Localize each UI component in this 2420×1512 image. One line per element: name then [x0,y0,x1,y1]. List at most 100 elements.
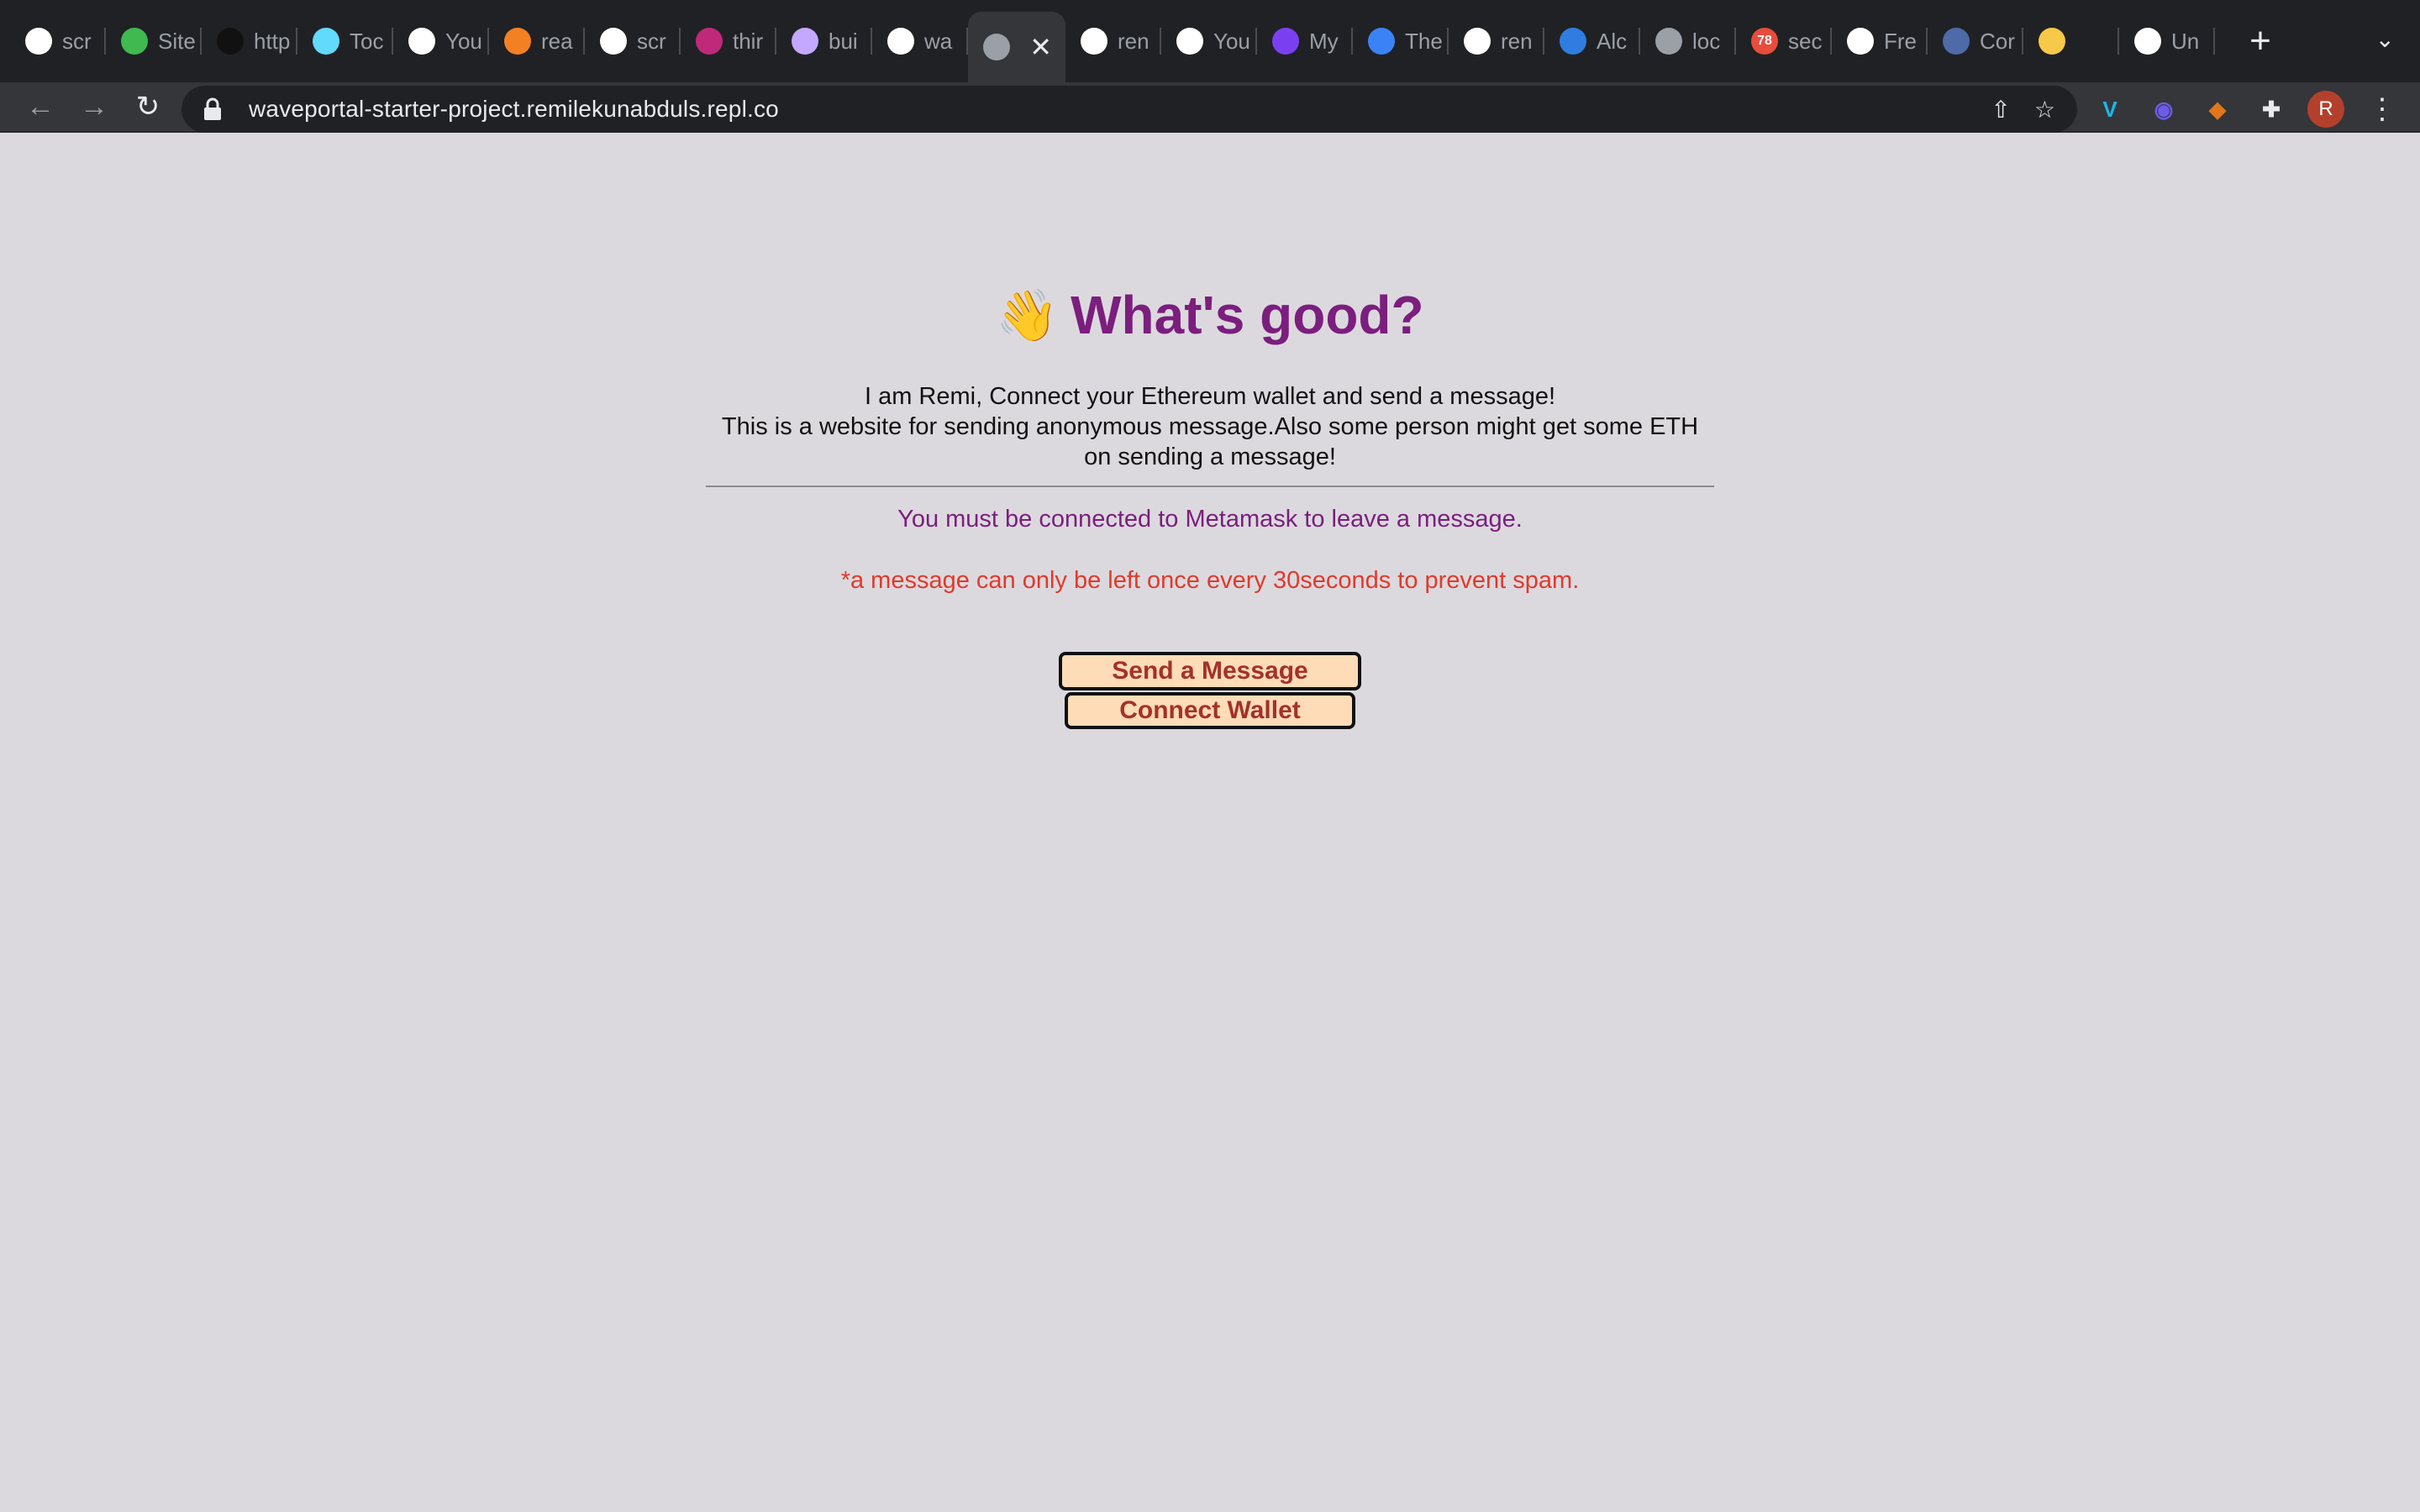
send-message-button[interactable]: Send a Message [1059,652,1361,690]
tab-title: rea [541,28,573,54]
tab-title: You [1213,28,1250,54]
tab[interactable]: Toc [297,11,393,71]
ghost-icon[interactable]: ◉ [2146,92,2181,127]
forward-button[interactable]: → [71,83,118,130]
vimeo-icon[interactable]: V [2092,92,2128,127]
tab[interactable]: thir [681,11,776,71]
google-icon [25,28,52,55]
bio-line-1: I am Remi, Connect your Ethereum wallet … [864,383,1556,410]
tab-title: ren [1501,28,1533,54]
google-icon [600,28,627,55]
unicorn-icon [792,28,818,55]
react-icon [313,28,339,55]
reload-button[interactable]: ↻ [124,83,171,130]
main-container: 👋 What's good? I am Remi, Connect your E… [706,284,1714,729]
tab-title: Fre [1884,28,1917,54]
tab[interactable]: http [202,11,297,71]
tab-search-icon[interactable]: ⌄ [2375,25,2395,53]
waving-hand-icon: 👋 [996,286,1060,344]
tab[interactable]: loc [1640,11,1736,71]
metamask-notice: You must be connected to Metamask to lea… [897,506,1523,533]
tab-active[interactable]: ✕ [968,12,1065,82]
tab-title: The [1405,28,1443,54]
new-tab-button[interactable]: + [2235,16,2286,66]
tab-title: scr [62,28,92,54]
tab[interactable]: Site [106,11,202,71]
share-icon[interactable]: ⇧ [1991,96,2010,123]
divider [706,486,1714,487]
diamond-icon [121,28,148,55]
lock-icon [204,97,221,120]
tab[interactable]: Fre [1832,11,1928,71]
tab[interactable]: The [1353,11,1449,71]
tab-title: thir [733,28,764,54]
github-icon [1464,28,1491,55]
github-icon [408,28,435,55]
github-icon [1081,28,1107,55]
github-icon [1176,28,1203,55]
tab-title: Site [158,28,196,54]
tab[interactable]: Alc [1544,11,1640,71]
tab[interactable]: You [393,11,489,71]
bookmark-star-icon[interactable]: ☆ [2034,96,2055,123]
tab-title: Alc [1597,28,1628,54]
browser-menu-icon[interactable]: ⋮ [2368,92,2396,126]
page-title-text: What's good? [1071,285,1424,345]
tab-title: ren [1118,28,1150,54]
ethereum-icon [1368,28,1395,55]
tab[interactable]: scr [585,11,681,71]
freecodecamp-icon [1847,28,1874,55]
tab[interactable]: bui [776,11,872,71]
alchemy-icon [1560,28,1586,55]
tab[interactable]: rea [489,11,585,71]
unicorn-icon [2134,28,2161,55]
tab[interactable]: 78 sec [1736,11,1832,71]
people-icon [1272,28,1299,55]
swirl-icon [887,28,914,55]
w-icon [696,28,723,55]
extensions-bar: V ◉ ◆ ✚ R ⋮ [2092,86,2396,133]
tab-title: My [1309,28,1339,54]
globe-icon [983,34,1010,60]
browser-toolbar: ← → ↻ waveportal-starter-project.remilek… [0,82,2420,133]
page-content: 👋 What's good? I am Remi, Connect your E… [0,133,2420,1510]
tab[interactable]: scr [10,11,106,71]
tab[interactable] [2023,11,2119,71]
tab-title: loc [1692,28,1721,54]
page-title: 👋 What's good? [706,284,1714,346]
tab[interactable]: ren [1065,11,1161,71]
tab-title: http [254,28,291,54]
puzzle-icon[interactable]: ✚ [2254,92,2289,127]
globe-icon [1655,28,1682,55]
tab-title: Cor [1980,28,2015,54]
tab[interactable]: Un [2119,11,2215,71]
tab[interactable]: You [1161,11,1257,71]
spam-warning: *a message can only be left once every 3… [840,567,1580,594]
moon-icon [1943,28,1970,55]
stackoverflow-icon [504,28,531,55]
triangle-icon [217,28,244,55]
tab[interactable]: My [1257,11,1353,71]
back-button[interactable]: ← [17,83,64,130]
badge-icon: 78 [1751,28,1778,55]
tab-strip: scr Site http Toc You rea scr thir bui wa ✕ ren You M… [0,0,2420,82]
bio-line-2: This is a website for sending anonymous … [721,413,1699,470]
tab-title: You [445,28,482,54]
close-tab-icon[interactable]: ✕ [1029,34,1052,60]
url-text: waveportal-starter-project.remilekunabdu… [249,96,779,122]
metamask-icon[interactable]: ◆ [2200,92,2235,127]
tab-title: bui [829,28,858,54]
profile-avatar[interactable]: R [2307,91,2344,128]
tab[interactable]: Cor [1928,11,2023,71]
address-bar[interactable]: waveportal-starter-project.remilekunabdu… [182,86,2077,133]
connect-wallet-button[interactable]: Connect Wallet [1065,692,1355,729]
tab[interactable]: ren [1449,11,1544,71]
tab[interactable]: wa [872,11,968,71]
tab-title: wa [924,28,953,54]
tab-title: sec [1788,28,1823,54]
tab-title: Un [2171,28,2200,54]
tab-title: Toc [350,28,384,54]
tab-title: scr [637,28,666,54]
emoji-icon [2039,28,2065,55]
bio-text: I am Remi, Connect your Ethereum wallet … [706,381,1714,472]
